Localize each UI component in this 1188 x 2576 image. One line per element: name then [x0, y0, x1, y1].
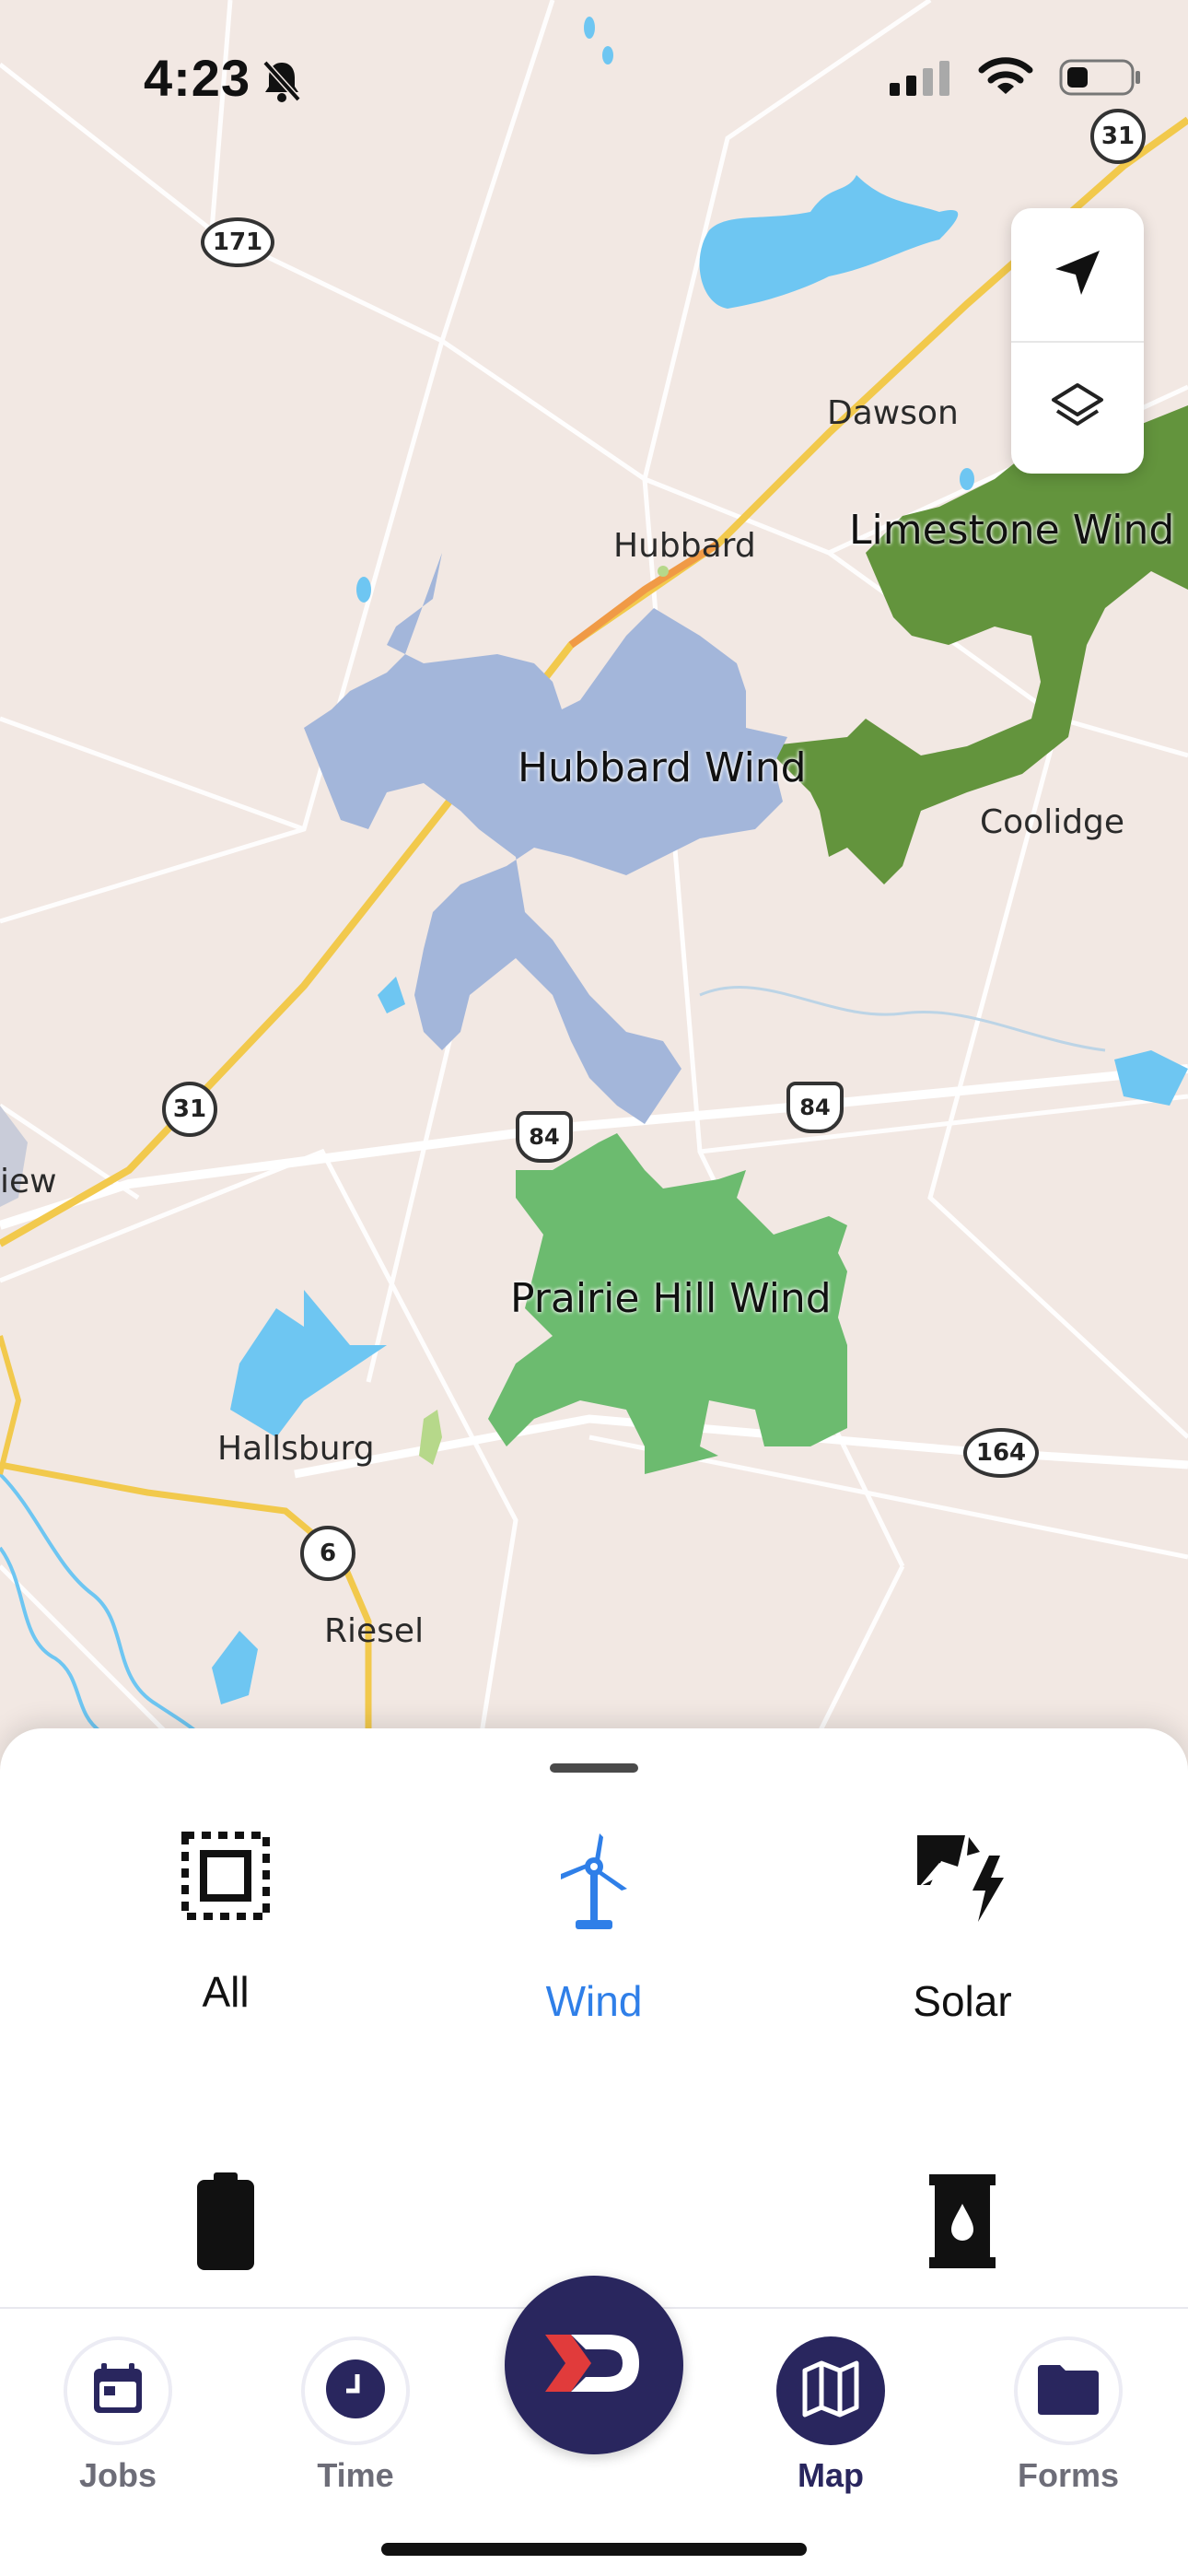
category-all-label: All	[202, 1968, 250, 2016]
select-all-icon	[180, 1830, 272, 1926]
farm-label-prairie-hill-wind[interactable]: Prairie Hill Wind	[510, 1275, 832, 1322]
place-label-dawson: Dawson	[827, 394, 959, 432]
tab-time-label: Time	[317, 2456, 394, 2494]
farm-label-hubbard-wind[interactable]: Hubbard Wind	[518, 744, 807, 791]
category-solar-label: Solar	[913, 1977, 1012, 2025]
folder-icon	[1036, 2361, 1101, 2421]
us-route-shield-84-left: 84	[516, 1111, 573, 1163]
us-route-shield-84-right: 84	[786, 1082, 844, 1133]
tab-forms[interactable]: Forms	[976, 2336, 1160, 2495]
farm-label-limestone-wind[interactable]: Limestone Wind	[849, 507, 1174, 554]
battery-icon	[1059, 57, 1142, 102]
wind-turbine-icon	[548, 1830, 640, 1936]
category-oil-button[interactable]	[824, 2171, 1101, 2277]
cellular-signal-icon	[890, 59, 952, 100]
sheet-grabber[interactable]	[550, 1763, 638, 1773]
category-solar-button[interactable]: Solar	[824, 1830, 1101, 2026]
map-controls	[1011, 208, 1144, 474]
calendar-icon	[88, 2359, 147, 2423]
route-shield-164: 164	[963, 1428, 1039, 1478]
solar-power-icon	[912, 1830, 1013, 1936]
place-label-hubbard: Hubbard	[613, 527, 756, 565]
tab-jobs[interactable]: Jobs	[26, 2336, 210, 2495]
map-icon	[799, 2358, 862, 2425]
category-wind-label: Wind	[545, 1977, 643, 2025]
tab-forms-label: Forms	[1017, 2456, 1120, 2494]
center-home-button[interactable]	[505, 2276, 683, 2454]
route-shield-31-top: 31	[1090, 109, 1146, 164]
silent-mode-icon	[262, 59, 302, 108]
category-bottom-sheet: All Wind Solar	[0, 1728, 1188, 2309]
wifi-icon	[978, 57, 1033, 102]
category-all-button[interactable]: All	[87, 1830, 364, 2017]
route-shield-6: 6	[300, 1526, 355, 1581]
route-shield-31-left: 31	[162, 1082, 217, 1137]
map-base-layer	[0, 0, 1188, 1751]
tab-map[interactable]: Map	[739, 2336, 923, 2495]
home-indicator	[381, 2543, 807, 2556]
battery-storage-icon	[193, 2171, 258, 2277]
tab-map-icon-wrap	[776, 2336, 885, 2445]
layers-icon	[1050, 380, 1105, 439]
clock-icon	[324, 2358, 387, 2425]
map-view[interactable]: Dawson Hubbard Coolidge Hallsburg Riesel…	[0, 0, 1188, 1751]
tab-jobs-label: Jobs	[78, 2456, 157, 2494]
tab-forms-icon-wrap	[1014, 2336, 1123, 2445]
place-label-riesel: Riesel	[324, 1612, 425, 1650]
location-arrow-icon	[1052, 247, 1103, 303]
tab-time[interactable]: Time	[263, 2336, 448, 2495]
place-label-view-partial: iew	[0, 1163, 57, 1200]
tab-jobs-icon-wrap	[64, 2336, 172, 2445]
route-shield-171: 171	[201, 217, 274, 267]
tab-map-label: Map	[798, 2456, 864, 2494]
status-time: 4:23	[144, 49, 251, 107]
map-layers-button[interactable]	[1011, 343, 1144, 474]
locate-me-button[interactable]	[1011, 208, 1144, 341]
category-wind-button[interactable]: Wind	[456, 1830, 732, 2026]
oil-barrel-icon	[926, 2171, 999, 2277]
place-label-hallsburg: Hallsburg	[217, 1430, 375, 1468]
place-label-coolidge: Coolidge	[980, 803, 1125, 841]
brand-logo-icon	[543, 2331, 645, 2400]
tab-time-icon-wrap	[301, 2336, 410, 2445]
category-battery-button[interactable]	[87, 2171, 364, 2277]
